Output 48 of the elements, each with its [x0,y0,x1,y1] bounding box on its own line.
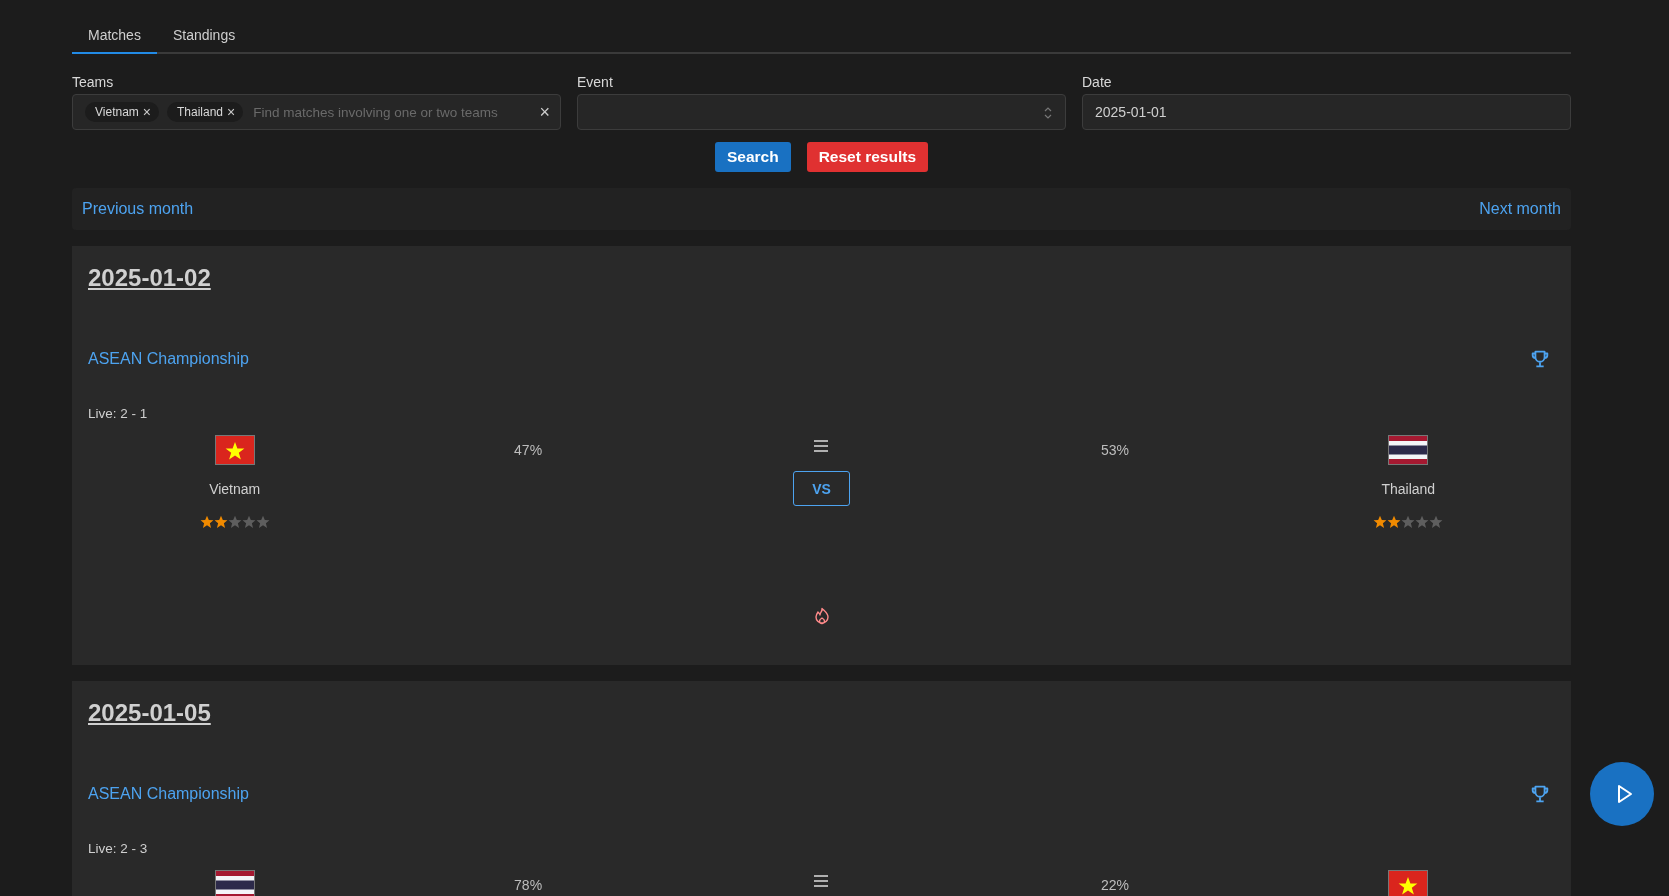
star-icon [1373,515,1388,529]
win-percentage: 78% [514,877,543,895]
win-percentage: 53% [1100,442,1129,460]
star-icon [1387,515,1402,529]
star-icon [1429,515,1444,529]
field-label: Teams [72,74,114,90]
live-score: Live: 2 - 3 [88,841,148,856]
star-icon [241,515,256,529]
trophy-icon[interactable] [1529,348,1551,370]
team-name: Vietnam [209,481,261,497]
trophy-icon[interactable] [1529,783,1551,805]
team-name: Thailand [1381,481,1436,497]
menu-icon[interactable] [813,874,830,888]
flag-icon [1388,870,1429,896]
flag-icon [214,870,255,896]
event-link[interactable]: ASEAN Championship [88,785,249,803]
match-date: 2025-01-02 [88,264,211,292]
remove-button[interactable]: × [142,105,151,119]
tab[interactable]: Matches [72,20,157,54]
teams-field[interactable]: Vietnam × Thailand × Find matches involving one or two teams × [72,94,561,130]
field-label: Event [577,74,613,90]
reset-button[interactable]: Reset results [806,142,929,172]
live-score: Live: 2 - 1 [88,406,148,421]
flag-icon [1388,435,1429,465]
win-percentage: 22% [1100,877,1129,895]
next-month-link[interactable]: Next month [1479,200,1561,218]
star-icon [227,515,242,529]
star-icon [199,515,214,529]
chevron-updown-icon [1043,106,1053,120]
remove-button[interactable]: × [227,105,236,119]
win-percentage: 47% [514,442,543,460]
chip-label: Vietnam [95,105,139,119]
clear-button[interactable]: × [539,103,550,121]
field-label: Date [1082,74,1112,90]
star-icon [255,515,270,529]
menu-icon[interactable] [813,439,830,453]
star-icon [1415,515,1430,529]
chip-label: Thailand [177,105,224,119]
star-icon [1401,515,1416,529]
previous-month-link[interactable]: Previous month [82,200,194,218]
date-field[interactable]: 2025-01-01 [1082,94,1571,130]
search-button[interactable]: Search [714,142,791,172]
tab[interactable]: Standings [156,20,252,54]
vs-button[interactable]: VS [793,471,850,506]
match-date: 2025-01-05 [88,699,211,727]
flag-icon [214,435,255,465]
star-icon [213,515,228,529]
event-link[interactable]: ASEAN Championship [88,350,249,368]
